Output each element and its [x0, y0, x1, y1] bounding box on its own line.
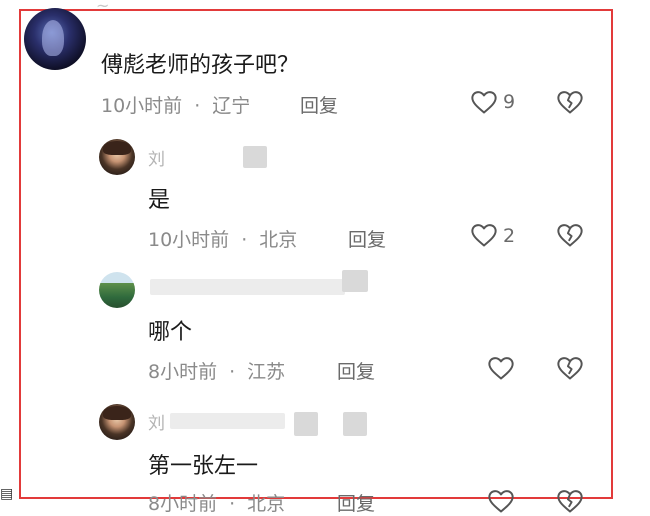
meta-separator: · [194, 95, 201, 117]
avatar[interactable] [99, 404, 135, 440]
like-heart-icon[interactable] [470, 89, 498, 115]
redacted-username-block [343, 412, 367, 436]
comment-meta: 8小时前 · 江苏 [148, 357, 285, 384]
like-heart-icon[interactable] [487, 488, 515, 514]
comment-meta: 10小时前 · 辽宁 [101, 91, 250, 118]
avatar[interactable] [99, 139, 135, 175]
comment-location: 北京 [259, 229, 298, 251]
redacted-username [243, 146, 267, 168]
comment-text: 是 [148, 188, 171, 213]
reply-button[interactable]: 回复 [337, 357, 375, 384]
reply-button[interactable]: 回复 [337, 489, 375, 516]
comment-meta: 10小时前 · 北京 [148, 225, 297, 252]
comment-text: 哪个 [148, 320, 193, 345]
avatar[interactable] [24, 8, 86, 70]
comment-time: 10小时前 [148, 229, 230, 251]
dislike-broken-heart-icon[interactable] [556, 89, 584, 115]
like-heart-icon[interactable] [487, 355, 515, 381]
comment-time: 8小时前 [148, 493, 218, 515]
comment-time: 10小时前 [101, 95, 183, 117]
like-heart-icon[interactable] [470, 222, 498, 248]
comment-location: 江苏 [247, 361, 286, 383]
redacted-username [150, 279, 345, 295]
reply-button[interactable]: 回复 [300, 91, 338, 118]
comment-text: 傅彪老师的孩子吧？ [101, 53, 300, 78]
username-fragment: 刘 [148, 150, 165, 170]
dislike-broken-heart-icon[interactable] [556, 355, 584, 381]
comment-meta: 8小时前 · 北京 [148, 489, 285, 516]
meta-separator: · [241, 229, 248, 251]
meta-separator: · [229, 361, 236, 383]
top-username-fragment: ~ [96, 0, 116, 15]
dislike-broken-heart-icon[interactable] [556, 488, 584, 514]
meta-separator: · [229, 493, 236, 515]
reply-button[interactable]: 回复 [348, 225, 386, 252]
username-fragment: 刘 [148, 414, 165, 434]
like-count: 9 [503, 91, 516, 113]
dislike-broken-heart-icon[interactable] [556, 222, 584, 248]
avatar[interactable] [99, 272, 135, 308]
like-count: 2 [503, 225, 516, 247]
comment-text: 第一张左一 [148, 454, 259, 479]
left-edge-icon: ▤ [0, 486, 14, 502]
comment-time: 8小时前 [148, 361, 218, 383]
comment-location: 北京 [247, 493, 286, 515]
redacted-username-block [342, 270, 368, 292]
redacted-username [170, 413, 285, 429]
redacted-username-block [294, 412, 318, 436]
comment-location: 辽宁 [212, 95, 251, 117]
